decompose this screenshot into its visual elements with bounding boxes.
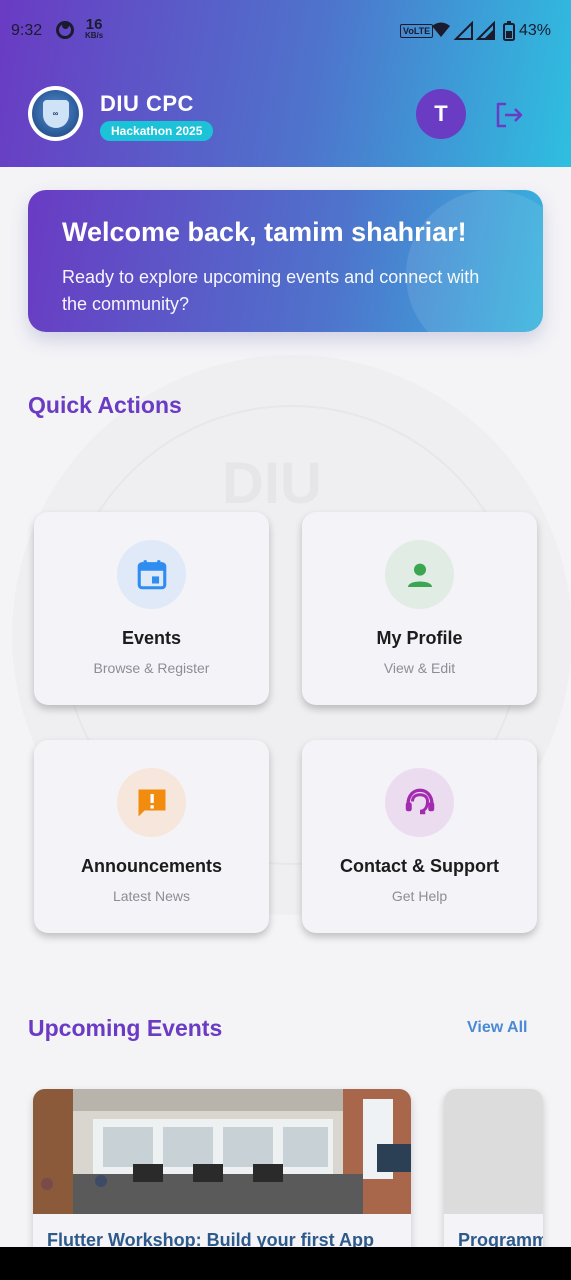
signal-icons [432,21,515,41]
welcome-card: Welcome back, tamim shahriar! Ready to e… [28,190,543,332]
profile-card-subtitle: View & Edit [383,660,456,676]
support-agent-icon [405,788,434,814]
volte-icon: VoLTE [400,24,434,38]
upcoming-events-title: Upcoming Events [28,1015,223,1041]
announcement-icon [138,789,165,816]
network-speed: 16 KB/s [85,16,104,41]
logo-shield: ∞ [42,99,69,128]
logo-emblem: ∞ [32,90,79,137]
logout-icon[interactable] [494,100,524,130]
announcements-card[interactable]: Announcements Latest News [34,740,269,933]
person-icon [407,563,432,587]
welcome-subtitle: Ready to explore upcoming events and con… [62,267,480,314]
app-notification-icon [56,21,74,39]
support-card[interactable]: Contact & Support Get Help [302,740,537,933]
events-card-title: Events [121,628,182,648]
app-title: DIU CPC [100,91,194,116]
calendar-icon [137,559,166,589]
support-card-title: Contact & Support [340,856,499,876]
event-badge: Hackathon 2025 [100,121,214,141]
profile-card-title: My Profile [376,628,463,648]
events-card[interactable]: Events Browse & Register [34,512,269,705]
event-card[interactable]: Programm [444,1089,543,1259]
app-header: 9:32 16 KB/s VoLTE 43% ∞ DIU CPC Hackath… [0,0,571,167]
app-logo: ∞ [28,86,83,141]
announcements-card-subtitle: Latest News [112,888,191,904]
view-all-link[interactable]: View All [467,1019,527,1037]
user-avatar[interactable]: T [416,89,466,139]
profile-card[interactable]: My Profile View & Edit [302,512,537,705]
welcome-title: Welcome back, tamim shahriar! [62,217,467,247]
watermark-logo: DIU [222,450,322,517]
events-icon-circle [117,540,186,609]
status-time: 9:32 [11,22,43,39]
event-image-placeholder [444,1089,543,1214]
quick-actions-title: Quick Actions [28,392,182,418]
network-speed-unit: KB/s [85,31,104,40]
support-icon-circle [385,768,454,837]
announcements-card-title: Announcements [80,856,222,876]
status-bar: 9:32 16 KB/s VoLTE 43% [0,0,571,62]
network-speed-value: 16 [85,16,103,33]
event-image [33,1089,411,1214]
profile-icon-circle [385,540,454,609]
events-card-subtitle: Browse & Register [93,660,210,676]
announcements-icon-circle [117,768,186,837]
event-card[interactable]: Flutter Workshop: Build your first App [33,1089,411,1259]
battery-level: 43% [519,22,552,39]
support-card-subtitle: Get Help [391,888,448,904]
system-navigation-bar [0,1247,571,1280]
